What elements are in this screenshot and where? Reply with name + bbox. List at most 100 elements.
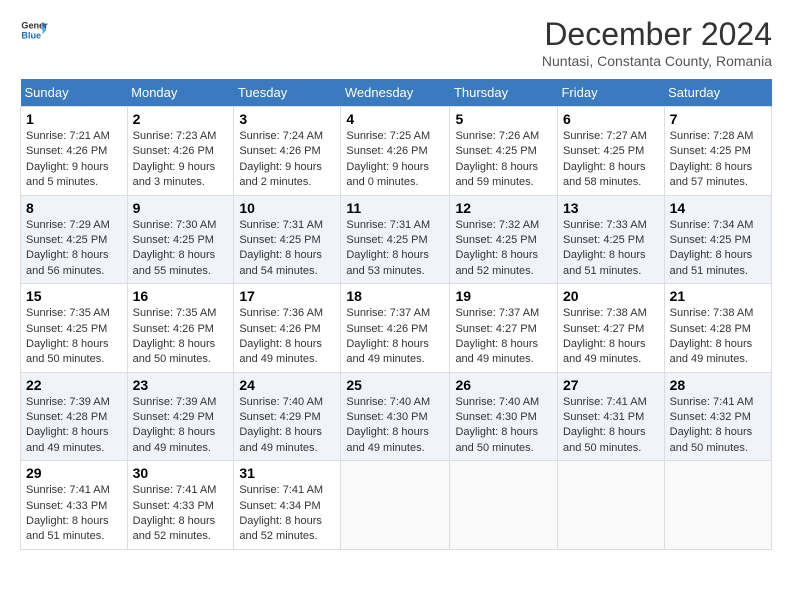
day-number: 16 — [133, 288, 229, 304]
day-number: 5 — [455, 111, 552, 127]
day-info: Sunrise: 7:38 AMSunset: 4:28 PMDaylight:… — [670, 306, 766, 368]
day-info: Sunrise: 7:23 AMSunset: 4:26 PMDaylight:… — [133, 129, 229, 191]
day-info: Sunrise: 7:21 AMSunset: 4:26 PMDaylight:… — [26, 129, 122, 191]
day-number: 26 — [455, 377, 552, 393]
day-number: 15 — [26, 288, 122, 304]
day-info: Sunrise: 7:39 AMSunset: 4:29 PMDaylight:… — [133, 395, 229, 457]
calendar-cell: 4 Sunrise: 7:25 AMSunset: 4:26 PMDaylight… — [341, 107, 450, 196]
day-number: 18 — [346, 288, 444, 304]
calendar-cell: 17 Sunrise: 7:36 AMSunset: 4:26 PMDayligh… — [234, 284, 341, 373]
day-number: 24 — [239, 377, 335, 393]
month-title: December 2024 — [542, 16, 772, 53]
calendar-cell: 10 Sunrise: 7:31 AMSunset: 4:25 PMDayligh… — [234, 195, 341, 284]
weekday-header-saturday: Saturday — [664, 79, 771, 107]
day-number: 14 — [670, 200, 766, 216]
day-number: 4 — [346, 111, 444, 127]
day-number: 30 — [133, 465, 229, 481]
calendar-cell: 7 Sunrise: 7:28 AMSunset: 4:25 PMDaylight… — [664, 107, 771, 196]
day-number: 1 — [26, 111, 122, 127]
day-number: 10 — [239, 200, 335, 216]
calendar-cell: 24 Sunrise: 7:40 AMSunset: 4:29 PMDayligh… — [234, 372, 341, 461]
calendar-cell: 15 Sunrise: 7:35 AMSunset: 4:25 PMDayligh… — [21, 284, 128, 373]
day-info: Sunrise: 7:37 AMSunset: 4:27 PMDaylight:… — [455, 306, 552, 368]
day-number: 9 — [133, 200, 229, 216]
day-number: 13 — [563, 200, 659, 216]
calendar-cell: 9 Sunrise: 7:30 AMSunset: 4:25 PMDaylight… — [127, 195, 234, 284]
day-info: Sunrise: 7:31 AMSunset: 4:25 PMDaylight:… — [346, 218, 444, 280]
day-info: Sunrise: 7:41 AMSunset: 4:34 PMDaylight:… — [239, 483, 335, 545]
day-number: 8 — [26, 200, 122, 216]
day-info: Sunrise: 7:41 AMSunset: 4:31 PMDaylight:… — [563, 395, 659, 457]
calendar-cell: 30 Sunrise: 7:41 AMSunset: 4:33 PMDayligh… — [127, 461, 234, 550]
day-number: 23 — [133, 377, 229, 393]
day-info: Sunrise: 7:35 AMSunset: 4:25 PMDaylight:… — [26, 306, 122, 368]
calendar-cell: 16 Sunrise: 7:35 AMSunset: 4:26 PMDayligh… — [127, 284, 234, 373]
calendar-cell: 22 Sunrise: 7:39 AMSunset: 4:28 PMDayligh… — [21, 372, 128, 461]
day-number: 25 — [346, 377, 444, 393]
day-info: Sunrise: 7:40 AMSunset: 4:30 PMDaylight:… — [346, 395, 444, 457]
day-info: Sunrise: 7:40 AMSunset: 4:29 PMDaylight:… — [239, 395, 335, 457]
calendar-cell: 8 Sunrise: 7:29 AMSunset: 4:25 PMDaylight… — [21, 195, 128, 284]
day-info: Sunrise: 7:35 AMSunset: 4:26 PMDaylight:… — [133, 306, 229, 368]
calendar-cell: 19 Sunrise: 7:37 AMSunset: 4:27 PMDayligh… — [450, 284, 558, 373]
week-row-1: 1 Sunrise: 7:21 AMSunset: 4:26 PMDaylight… — [21, 107, 772, 196]
day-info: Sunrise: 7:28 AMSunset: 4:25 PMDaylight:… — [670, 129, 766, 191]
location: Nuntasi, Constanta County, Romania — [542, 53, 772, 69]
weekday-header-sunday: Sunday — [21, 79, 128, 107]
day-info: Sunrise: 7:38 AMSunset: 4:27 PMDaylight:… — [563, 306, 659, 368]
day-info: Sunrise: 7:32 AMSunset: 4:25 PMDaylight:… — [455, 218, 552, 280]
day-info: Sunrise: 7:30 AMSunset: 4:25 PMDaylight:… — [133, 218, 229, 280]
calendar-cell: 18Sunrise: 7:37 AMSunset: 4:26 PMDayligh… — [341, 284, 450, 373]
day-number: 17 — [239, 288, 335, 304]
day-info: Sunrise: 7:41 AMSunset: 4:33 PMDaylight:… — [133, 483, 229, 545]
day-info: Sunrise: 7:33 AMSunset: 4:25 PMDaylight:… — [563, 218, 659, 280]
calendar-cell: 13 Sunrise: 7:33 AMSunset: 4:25 PMDayligh… — [557, 195, 664, 284]
calendar-cell: 23 Sunrise: 7:39 AMSunset: 4:29 PMDayligh… — [127, 372, 234, 461]
calendar-cell — [341, 461, 450, 550]
day-number: 2 — [133, 111, 229, 127]
title-block: December 2024 Nuntasi, Constanta County,… — [542, 16, 772, 69]
day-number: 3 — [239, 111, 335, 127]
logo: General Blue — [20, 16, 48, 44]
logo-icon: General Blue — [20, 16, 48, 44]
day-number: 22 — [26, 377, 122, 393]
day-number: 31 — [239, 465, 335, 481]
day-number: 27 — [563, 377, 659, 393]
weekday-header-wednesday: Wednesday — [341, 79, 450, 107]
calendar-cell: 6 Sunrise: 7:27 AMSunset: 4:25 PMDaylight… — [557, 107, 664, 196]
calendar-cell: 11 Sunrise: 7:31 AMSunset: 4:25 PMDayligh… — [341, 195, 450, 284]
day-number: 7 — [670, 111, 766, 127]
calendar-cell: 31 Sunrise: 7:41 AMSunset: 4:34 PMDayligh… — [234, 461, 341, 550]
day-number: 20 — [563, 288, 659, 304]
calendar-cell — [557, 461, 664, 550]
day-info: Sunrise: 7:39 AMSunset: 4:28 PMDaylight:… — [26, 395, 122, 457]
calendar-cell: 20 Sunrise: 7:38 AMSunset: 4:27 PMDayligh… — [557, 284, 664, 373]
week-row-2: 8 Sunrise: 7:29 AMSunset: 4:25 PMDaylight… — [21, 195, 772, 284]
day-info: Sunrise: 7:24 AMSunset: 4:26 PMDaylight:… — [239, 129, 335, 191]
day-info: Sunrise: 7:41 AMSunset: 4:33 PMDaylight:… — [26, 483, 122, 545]
day-info: Sunrise: 7:31 AMSunset: 4:25 PMDaylight:… — [239, 218, 335, 280]
calendar-cell: 29Sunrise: 7:41 AMSunset: 4:33 PMDayligh… — [21, 461, 128, 550]
week-row-5: 29Sunrise: 7:41 AMSunset: 4:33 PMDayligh… — [21, 461, 772, 550]
week-row-3: 15 Sunrise: 7:35 AMSunset: 4:25 PMDayligh… — [21, 284, 772, 373]
day-number: 19 — [455, 288, 552, 304]
calendar-cell: 2 Sunrise: 7:23 AMSunset: 4:26 PMDaylight… — [127, 107, 234, 196]
day-info: Sunrise: 7:27 AMSunset: 4:25 PMDaylight:… — [563, 129, 659, 191]
calendar-cell: 21Sunrise: 7:38 AMSunset: 4:28 PMDayligh… — [664, 284, 771, 373]
day-number: 11 — [346, 200, 444, 216]
day-info: Sunrise: 7:25 AMSunset: 4:26 PMDaylight:… — [346, 129, 444, 191]
page-header: General Blue December 2024 Nuntasi, Cons… — [20, 16, 772, 69]
calendar-cell — [450, 461, 558, 550]
weekday-header-thursday: Thursday — [450, 79, 558, 107]
weekday-header-row: SundayMondayTuesdayWednesdayThursdayFrid… — [21, 79, 772, 107]
day-info: Sunrise: 7:36 AMSunset: 4:26 PMDaylight:… — [239, 306, 335, 368]
calendar-table: SundayMondayTuesdayWednesdayThursdayFrid… — [20, 79, 772, 550]
day-number: 6 — [563, 111, 659, 127]
day-info: Sunrise: 7:40 AMSunset: 4:30 PMDaylight:… — [455, 395, 552, 457]
day-info: Sunrise: 7:29 AMSunset: 4:25 PMDaylight:… — [26, 218, 122, 280]
calendar-cell: 25 Sunrise: 7:40 AMSunset: 4:30 PMDayligh… — [341, 372, 450, 461]
calendar-cell: 12 Sunrise: 7:32 AMSunset: 4:25 PMDayligh… — [450, 195, 558, 284]
calendar-cell: 14Sunrise: 7:34 AMSunset: 4:25 PMDayligh… — [664, 195, 771, 284]
day-number: 12 — [455, 200, 552, 216]
weekday-header-friday: Friday — [557, 79, 664, 107]
